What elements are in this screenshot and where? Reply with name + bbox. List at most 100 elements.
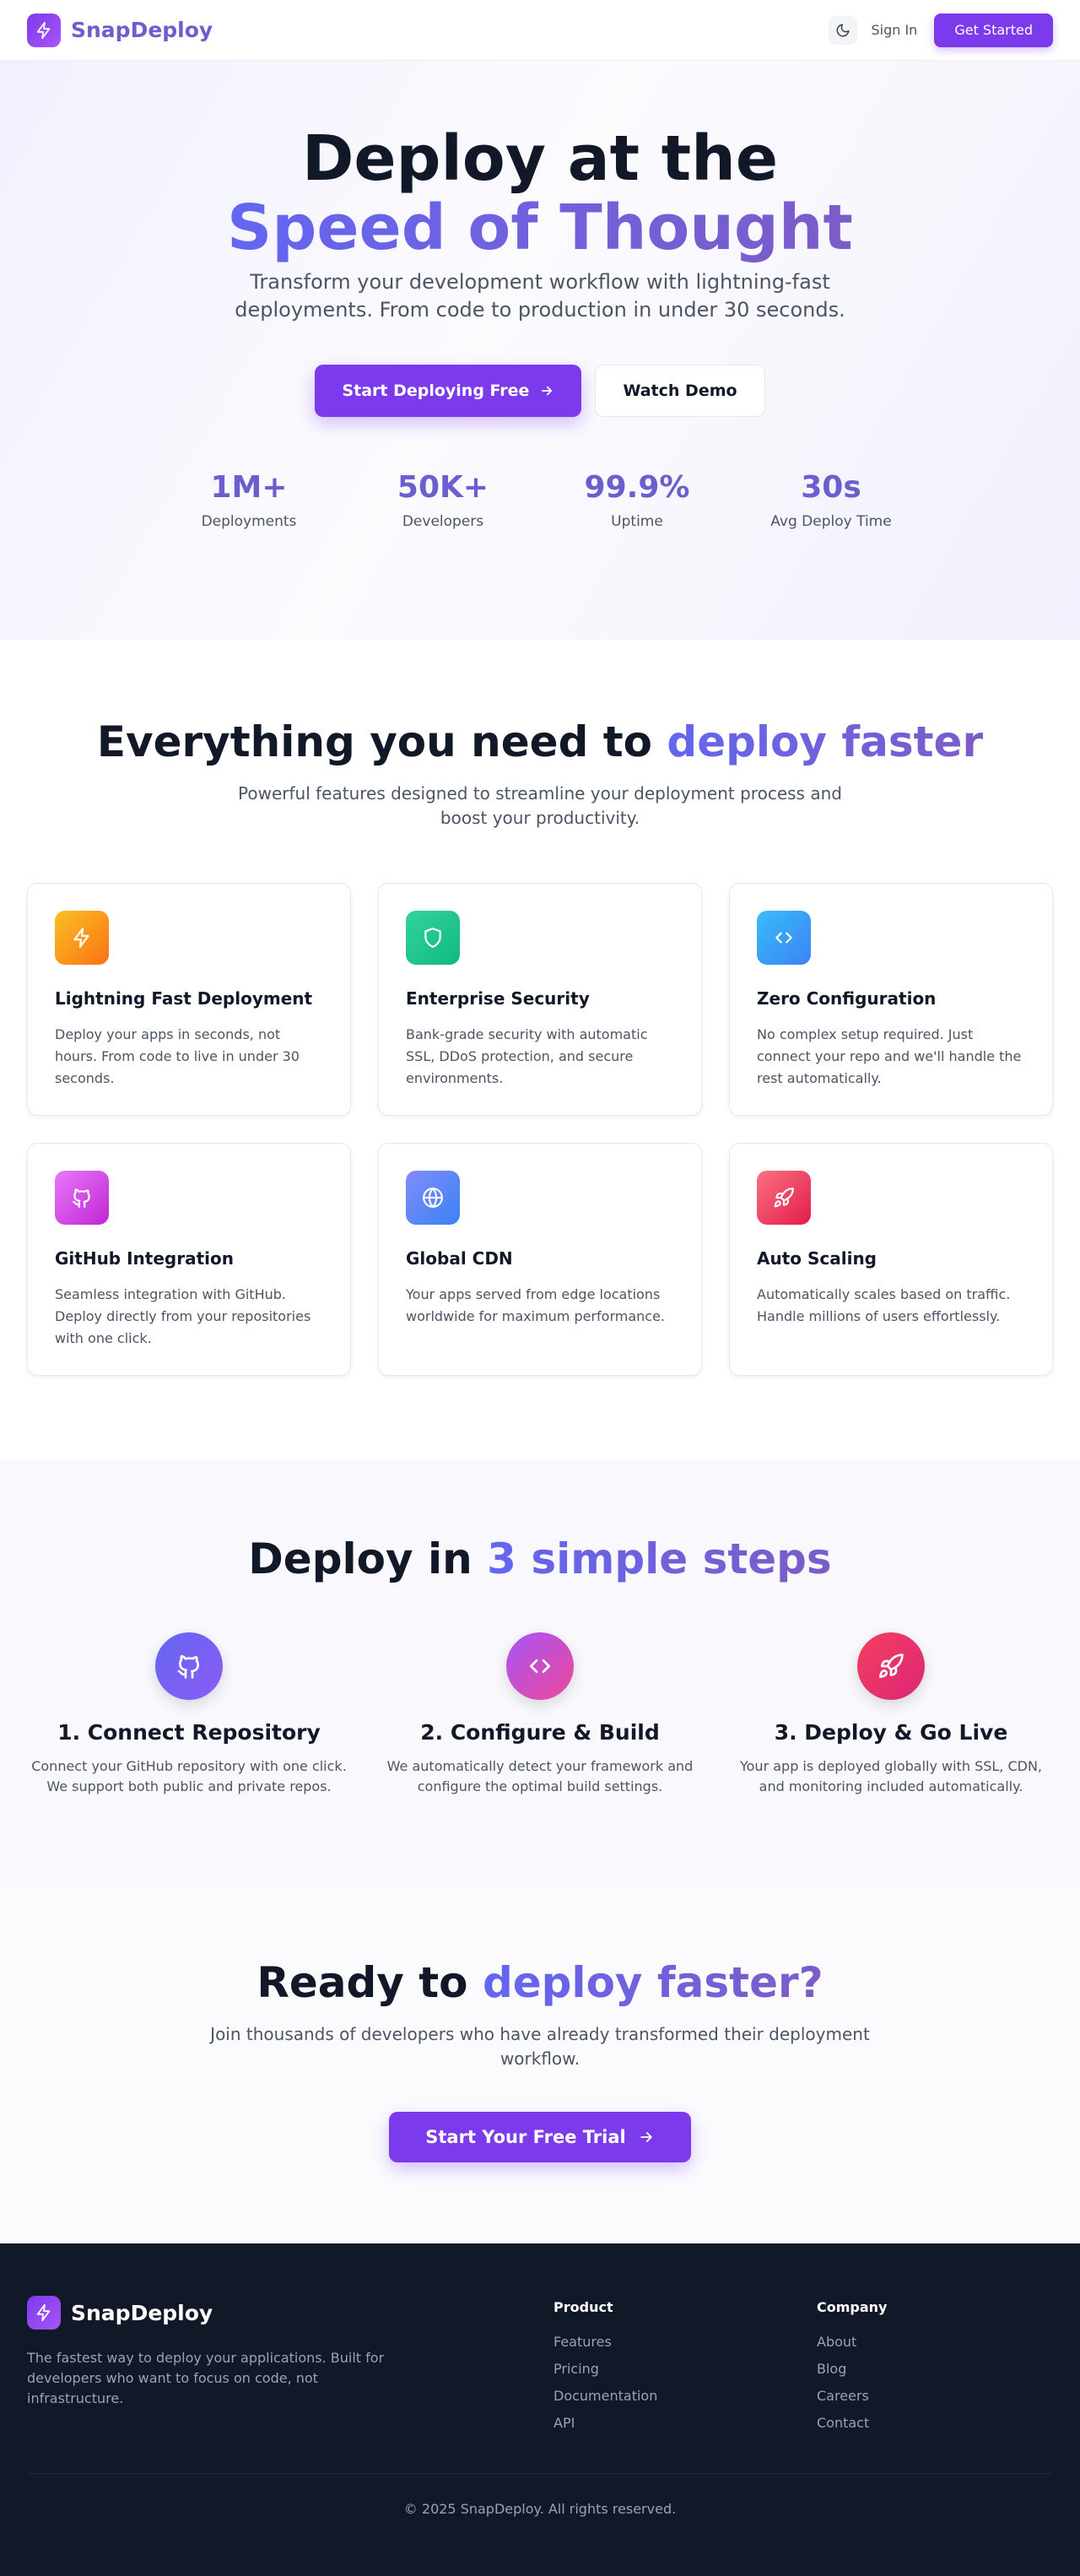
footer-link-features[interactable]: Features	[554, 2329, 657, 2356]
feature-card-github: GitHub Integration Seamless integration …	[27, 1143, 351, 1376]
code-icon	[506, 1632, 574, 1700]
steps-title-plain: Deploy in	[248, 1534, 488, 1583]
globe-icon	[406, 1171, 460, 1225]
features-title-accent: deploy faster	[667, 717, 984, 766]
stat-value: 30s	[801, 470, 861, 505]
feature-card-auto-scaling: Auto Scaling Automatically scales based …	[729, 1143, 1053, 1376]
stat-deployments: 1M+ Deployments	[152, 469, 346, 530]
nav-actions: Sign In Get Started	[829, 13, 1053, 47]
stat-label: Avg Deploy Time	[770, 513, 892, 530]
steps-section: Deploy in 3 simple steps 1. Connect Repo…	[0, 1460, 1080, 1887]
github-icon	[155, 1632, 223, 1700]
arrow-right-icon	[542, 386, 553, 396]
lightning-icon	[27, 13, 61, 47]
github-icon	[55, 1171, 109, 1225]
step-title: 1. Connect Repository	[57, 1720, 321, 1745]
footer-link-about[interactable]: About	[817, 2329, 887, 2356]
hero-stats: 1M+ Deployments 50K+ Developers 99.9% Up…	[152, 469, 928, 530]
footer-brand[interactable]: SnapDeploy	[27, 2296, 213, 2330]
get-started-button[interactable]: Get Started	[934, 13, 1053, 47]
footer-column-title: Product	[554, 2299, 613, 2315]
footer-link-api[interactable]: API	[554, 2410, 657, 2437]
start-deploying-button[interactable]: Start Deploying Free	[315, 365, 582, 417]
step-title: 2. Configure & Build	[420, 1720, 660, 1745]
stat-label: Developers	[402, 513, 484, 530]
watch-demo-button[interactable]: Watch Demo	[595, 365, 765, 417]
footer-brand-name: SnapDeploy	[71, 2300, 213, 2325]
top-navigation: SnapDeploy Sign In Get Started	[0, 0, 1080, 61]
feature-card-title: Auto Scaling	[757, 1248, 878, 1269]
step-desc: Connect your GitHub repository with one …	[31, 1758, 347, 1794]
stat-avg-deploy-time: 30s Avg Deploy Time	[734, 469, 928, 530]
feature-card-cdn: Global CDN Your apps served from edge lo…	[378, 1143, 702, 1376]
lightning-icon	[55, 911, 109, 965]
features-section: Everything you need to deploy faster Pow…	[0, 640, 1080, 1460]
stat-value: 99.9%	[584, 470, 690, 505]
steps-title: Deploy in 3 simple steps	[0, 1534, 1080, 1583]
stat-developers: 50K+ Developers	[346, 469, 540, 530]
footer-link-contact[interactable]: Contact	[817, 2410, 887, 2437]
footer-description: The fastest way to deploy your applicati…	[27, 2350, 385, 2406]
rocket-icon	[857, 1632, 925, 1700]
brand-logo[interactable]: SnapDeploy	[27, 13, 213, 47]
arrow-right-icon	[640, 2132, 652, 2142]
footer-link-documentation[interactable]: Documentation	[554, 2383, 657, 2410]
feature-card-desc: Seamless integration with GitHub. Deploy…	[55, 1286, 311, 1346]
feature-card-title: Global CDN	[406, 1248, 513, 1269]
hero-title-line1: Deploy at the	[301, 122, 779, 195]
brand-name: SnapDeploy	[71, 18, 213, 42]
cta-button-wrap: Start Your Free Trial	[0, 2112, 1080, 2162]
start-free-trial-button[interactable]: Start Your Free Trial	[389, 2112, 691, 2162]
cta-subtitle: Join thousands of developers who have al…	[210, 2024, 870, 2069]
start-deploying-label: Start Deploying Free	[342, 382, 530, 400]
footer-link-blog[interactable]: Blog	[817, 2356, 887, 2383]
feature-card-desc: Your apps served from edge locations wor…	[406, 1286, 666, 1324]
feature-card-desc: No complex setup required. Just connect …	[757, 1026, 1022, 1086]
cta-title: Ready to deploy faster?	[0, 1958, 1080, 2007]
hero-cta-group: Start Deploying Free Watch Demo	[0, 365, 1080, 417]
step-configure-build: 2. Configure & Build We automatically de…	[364, 1632, 716, 1797]
shield-icon	[406, 911, 460, 965]
cta-title-plain: Ready to	[256, 1958, 483, 2007]
footer-column-title: Company	[817, 2299, 888, 2315]
theme-toggle-button[interactable]	[829, 15, 858, 45]
features-title-plain: Everything you need to	[96, 717, 667, 766]
step-connect-repository: 1. Connect Repository Connect your GitHu…	[14, 1632, 364, 1797]
footer-link-careers[interactable]: Careers	[817, 2383, 887, 2410]
feature-card-desc: Bank-grade security with automatic SSL, …	[406, 1026, 648, 1086]
feature-card-desc: Automatically scales based on traffic. H…	[757, 1286, 1011, 1324]
stat-label: Uptime	[611, 513, 663, 530]
footer-column-company: Company About Blog Careers Contact	[817, 2299, 887, 2437]
feature-card-security: Enterprise Security Bank-grade security …	[378, 883, 702, 1116]
features-title: Everything you need to deploy faster	[0, 717, 1080, 766]
stat-label: Deployments	[201, 513, 297, 530]
feature-card-title: Enterprise Security	[406, 988, 590, 1009]
copyright: © 2025 SnapDeploy. All rights reserved.	[403, 2501, 677, 2517]
step-desc: Your app is deployed globally with SSL, …	[739, 1758, 1043, 1794]
step-deploy-go-live: 3. Deploy & Go Live Your app is deployed…	[716, 1632, 1066, 1797]
footer-divider	[27, 2473, 1053, 2474]
hero-title-line2: Speed of Thought	[227, 192, 853, 264]
moon-icon	[837, 24, 850, 36]
stat-value: 1M+	[210, 470, 288, 505]
cta-section: Ready to deploy faster? Join thousands o…	[0, 1887, 1080, 2243]
stat-uptime: 99.9% Uptime	[540, 469, 734, 530]
sign-in-link[interactable]: Sign In	[871, 22, 917, 38]
feature-card-title: Lightning Fast Deployment	[55, 988, 313, 1009]
code-icon	[757, 911, 811, 965]
footer: SnapDeploy The fastest way to deploy you…	[0, 2243, 1080, 2576]
feature-card-lightning: Lightning Fast Deployment Deploy your ap…	[27, 883, 351, 1116]
step-title: 3. Deploy & Go Live	[774, 1720, 1008, 1745]
footer-column-product: Product Features Pricing Documentation A…	[554, 2299, 657, 2437]
step-desc: We automatically detect your framework a…	[386, 1758, 694, 1794]
hero-subtitle: Transform your development workflow with…	[235, 270, 845, 322]
stat-value: 50K+	[397, 470, 489, 505]
feature-card-desc: Deploy your apps in seconds, not hours. …	[55, 1026, 300, 1086]
footer-link-pricing[interactable]: Pricing	[554, 2356, 657, 2383]
hero-title: Deploy at the Speed of Thought	[0, 124, 1080, 262]
steps-title-accent: 3 simple steps	[487, 1534, 832, 1583]
cta-title-accent: deploy faster?	[482, 1958, 824, 2007]
hero-section: Deploy at the Speed of Thought Transform…	[0, 61, 1080, 640]
rocket-icon	[757, 1171, 811, 1225]
features-subtitle: Powerful features designed to streamline…	[238, 783, 842, 828]
